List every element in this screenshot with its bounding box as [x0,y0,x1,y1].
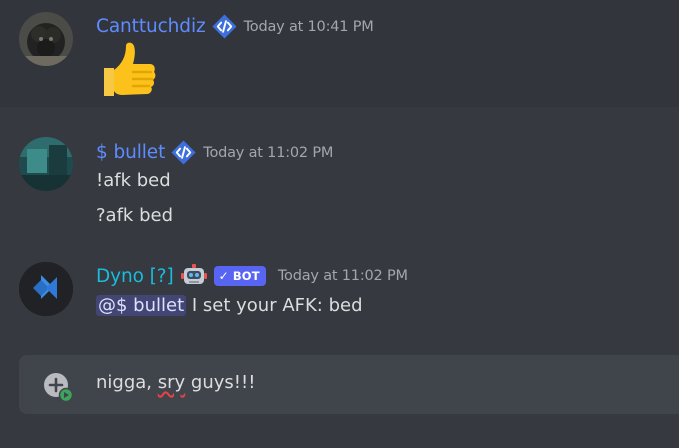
message-header: $ bullet Today at 11:02 PM [96,139,333,166]
developer-badge-icon[interactable] [211,13,238,40]
bot-label: BOT [232,269,260,283]
message-input[interactable]: nigga, sry guys!!! [96,372,255,393]
thumbs-up-emoji [96,38,160,118]
user-mention[interactable]: @$ bullet [96,295,187,316]
avatar[interactable] [19,12,73,66]
username[interactable]: Dyno [?] [96,266,174,287]
message-header: Canttuchdiz Today at 10:41 PM [96,13,374,40]
avatar[interactable] [19,262,73,316]
developer-badge-icon[interactable] [170,139,197,166]
robot-icon [180,264,207,284]
message-composer[interactable]: nigga, sry guys!!! [19,355,679,414]
verified-check-icon: ✓ [218,269,229,283]
username[interactable]: Canttuchdiz [96,16,206,37]
misspelled-word[interactable]: sry [158,372,185,393]
timestamp[interactable]: Today at 11:02 PM [203,145,333,161]
username[interactable]: $ bullet [96,142,165,163]
upload-plus-icon[interactable] [43,372,73,402]
bot-badge: ✓ BOT [213,266,266,286]
message-text: ?afk bed [96,205,173,226]
message-group-canttuchdiz: Canttuchdiz Today at 10:41 PM [0,0,679,107]
message-text: !afk bed [96,170,171,191]
message-body: I set your AFK: bed [186,295,363,316]
timestamp[interactable]: Today at 11:02 PM [278,268,408,284]
avatar[interactable] [19,137,73,191]
input-text: guys!!! [185,372,256,393]
message-group-dyno: Dyno [?] ✓ BOT Today at 11:02 PM @$ bull… [0,247,679,347]
message-header: Dyno [?] ✓ BOT Today at 11:02 PM [96,263,408,289]
message-group-bullet: $ bullet Today at 11:02 PM !afk bed ?afk… [0,107,679,247]
thumbs-up-icon [104,42,156,96]
message-text: @$ bullet I set your AFK: bed [96,295,363,316]
timestamp[interactable]: Today at 10:41 PM [244,19,374,35]
input-text: nigga, [96,372,158,393]
